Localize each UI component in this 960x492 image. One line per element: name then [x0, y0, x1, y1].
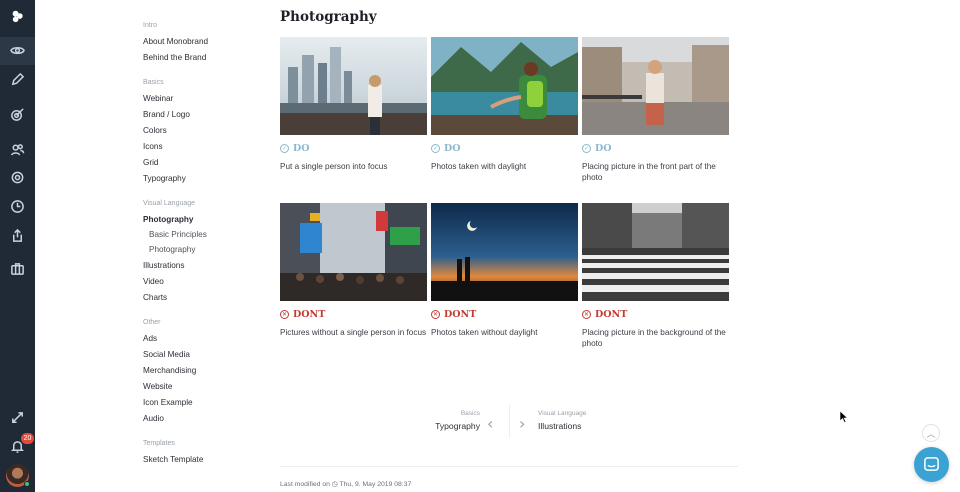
x-circle-icon: ✕	[582, 310, 591, 319]
notification-badge: 20	[21, 433, 34, 444]
nav-group-label: Other	[143, 319, 161, 326]
users-icon[interactable]	[8, 140, 27, 159]
nav-item-brand-logo[interactable]: Brand / Logo	[143, 110, 190, 119]
x-circle-icon: ✕	[431, 310, 440, 319]
app-rail: 20	[0, 0, 35, 492]
nav-item-merchandising[interactable]: Merchandising	[143, 366, 196, 375]
photo-city-person	[280, 37, 427, 135]
pager-prev-link[interactable]: Typography	[435, 421, 480, 431]
scroll-to-top-button[interactable]: ︿	[922, 424, 940, 442]
nav-group-label: Intro	[143, 22, 158, 29]
nav-item-grid[interactable]: Grid	[143, 158, 158, 167]
guideline-card: ✕ DONT Photos taken without daylight	[431, 203, 578, 337]
guideline-card: ✕ DONT Pictures without a single person …	[280, 203, 427, 337]
chevron-right-icon[interactable]: ›	[519, 414, 525, 433]
nav-item-typography[interactable]: Typography	[143, 174, 186, 183]
nav-item-audio[interactable]: Audio	[143, 414, 164, 423]
pencil-icon[interactable]	[8, 70, 27, 89]
guideline-card: ✓ DO Photos taken with daylight	[431, 37, 578, 171]
card-caption: Photos taken with daylight	[431, 162, 527, 171]
x-circle-icon: ✕	[280, 310, 289, 319]
eye-icon[interactable]	[8, 41, 27, 60]
nav-item-behind-the-brand[interactable]: Behind the Brand	[143, 53, 206, 62]
check-circle-icon: ✓	[582, 144, 591, 153]
nav-item-colors[interactable]: Colors	[143, 126, 167, 135]
verdict-label: DO	[595, 143, 612, 154]
verdict-dont: ✕ DONT	[431, 309, 476, 320]
verdict-label: DONT	[595, 309, 628, 320]
guideline-card: ✓ DO Placing picture in the front part o…	[582, 37, 729, 182]
card-caption: Placing picture in the background of the…	[582, 328, 726, 348]
photo-lake-hiker	[431, 37, 578, 135]
nav-item-video[interactable]: Video	[143, 277, 164, 286]
last-modified: Last modified on ◷ Thu, 9. May 2019 08:3…	[280, 480, 411, 488]
expand-icon[interactable]	[8, 408, 27, 427]
verdict-dont: ✕ DONT	[582, 309, 627, 320]
guideline-card: ✕ DONT Placing picture in the background…	[582, 203, 729, 348]
nav-item-about-monobrand[interactable]: About Monobrand	[143, 37, 208, 46]
guideline-card: ✓ DO Put a single person into focus	[280, 37, 427, 171]
share-icon[interactable]	[8, 226, 27, 245]
nav-item-social-media[interactable]: Social Media	[143, 350, 190, 359]
nav-group-label: Basics	[143, 79, 164, 86]
nav-item-icon-example[interactable]: Icon Example	[143, 398, 193, 407]
photo-street-photographer	[582, 37, 729, 135]
pager-next-section: Visual Language	[538, 410, 587, 417]
card-caption: Put a single person into focus	[280, 162, 388, 171]
clock-icon[interactable]	[8, 197, 27, 216]
online-status-dot	[24, 481, 30, 487]
card-caption: Photos taken without daylight	[431, 328, 538, 337]
nav-item-charts[interactable]: Charts	[143, 293, 167, 302]
check-circle-icon: ✓	[431, 144, 440, 153]
footer-divider	[280, 466, 738, 467]
pager-divider	[509, 404, 510, 438]
nav-item-icons[interactable]: Icons	[143, 142, 163, 151]
nav-item-ads[interactable]: Ads	[143, 334, 157, 343]
chat-launcher-button[interactable]	[914, 447, 949, 482]
verdict-do: ✓ DO	[280, 143, 310, 154]
check-circle-icon: ✓	[280, 144, 289, 153]
photo-crowded-street	[280, 203, 427, 301]
nav-item-illustrations[interactable]: Illustrations	[143, 261, 184, 270]
nav-group-label: Templates	[143, 440, 175, 447]
nav-item-website[interactable]: Website	[143, 382, 172, 391]
card-caption: Pictures without a single person in focu…	[280, 328, 427, 337]
gear-icon[interactable]	[8, 168, 27, 187]
briefcase-icon[interactable]	[8, 259, 27, 278]
card-caption: Placing picture in the front part of the…	[582, 162, 716, 182]
photo-crosswalk	[582, 203, 729, 301]
nav-subitem-photography[interactable]: Photography	[149, 245, 195, 254]
logo-icon[interactable]	[8, 7, 27, 26]
verdict-dont: ✕ DONT	[280, 309, 325, 320]
last-modified-label: Last modified on	[280, 481, 330, 488]
pager-next-link[interactable]: Illustrations	[538, 421, 581, 431]
page-title: Photography	[280, 9, 377, 25]
nav-item-webinar[interactable]: Webinar	[143, 94, 173, 103]
verdict-do: ✓ DO	[431, 143, 461, 154]
verdict-label: DONT	[444, 309, 477, 320]
nav-group-label: Visual Language	[143, 200, 196, 207]
nav-item-sketch-template[interactable]: Sketch Template	[143, 455, 203, 464]
mouse-cursor-icon	[840, 411, 848, 423]
chat-icon	[924, 457, 939, 471]
target-icon[interactable]	[8, 105, 27, 124]
verdict-do: ✓ DO	[582, 143, 612, 154]
verdict-label: DO	[293, 143, 310, 154]
nav-subitem-basic-principles[interactable]: Basic Principles	[149, 230, 207, 239]
chevron-up-icon: ︿	[926, 428, 936, 439]
verdict-label: DO	[444, 143, 461, 154]
nav-item-photography-current[interactable]: Photography	[143, 215, 194, 224]
pager-prev-section: Basics	[460, 410, 480, 417]
photo-sunset-couple	[431, 203, 578, 301]
last-modified-date: Thu, 9. May 2019 08:37	[339, 481, 412, 488]
chevron-left-icon[interactable]: ‹	[487, 414, 493, 433]
verdict-label: DONT	[293, 309, 326, 320]
clock-icon: ◷	[331, 481, 338, 488]
